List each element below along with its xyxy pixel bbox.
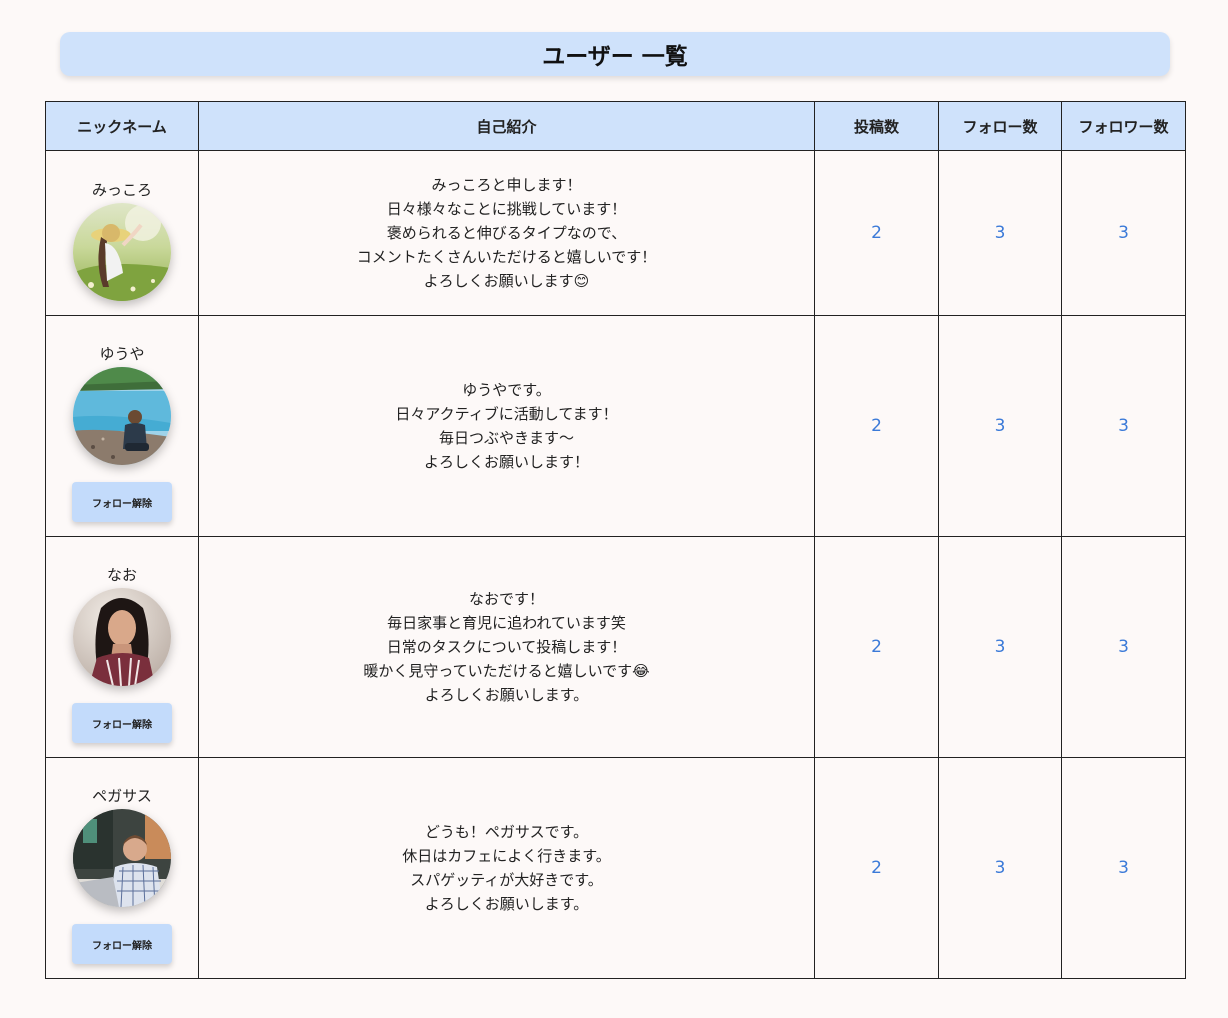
nickname: みっころ [91, 180, 152, 199]
nickname-cell: なお フォロー解除 [45, 536, 199, 758]
following-count-link[interactable]: 3 [995, 858, 1006, 878]
unfollow-button[interactable]: フォロー解除 [72, 924, 172, 964]
followers-count-cell: 3 [1061, 315, 1186, 537]
following-count-cell: 3 [938, 536, 1062, 758]
following-count-link[interactable]: 3 [995, 223, 1006, 243]
table-row: なお フォロー解除 なおです！ 毎日家事と育児に追われています笑 日常のタスクに… [45, 536, 1186, 758]
column-header-following: フォロー数 [938, 101, 1062, 151]
bio-cell: ゆうやです。 日々アクティブに活動してます！ 毎日つぶやきます〜 よろしくお願い… [198, 315, 815, 537]
bio-line: 毎日家事と育児に追われています笑 [387, 614, 626, 632]
bio-line: 日常のタスクについて投稿します！ [386, 638, 627, 656]
following-count-cell: 3 [938, 757, 1062, 979]
bio-line: コメントたくさんいただけると嬉しいです！ [356, 248, 657, 266]
bio-line: 暖かく見守っていただけると嬉しいです😂 [363, 662, 650, 680]
avatar[interactable] [73, 809, 171, 907]
bio-cell: なおです！ 毎日家事と育児に追われています笑 日常のタスクについて投稿します！ … [198, 536, 815, 758]
followers-count-link[interactable]: 3 [1118, 223, 1129, 243]
unfollow-button[interactable]: フォロー解除 [72, 482, 172, 522]
following-count-cell: 3 [938, 315, 1062, 537]
bio-line: 毎日つぶやきます〜 [438, 429, 574, 447]
followers-count-cell: 3 [1061, 536, 1186, 758]
bio-cell: みっころと申します！ 日々様々なことに挑戦しています！ 褒められると伸びるタイプ… [198, 150, 815, 316]
bio-line: よろしくお願いします！ [423, 453, 589, 471]
nickname-cell: ゆうや フォロー解除 [45, 315, 199, 537]
avatar[interactable] [73, 367, 171, 465]
nickname: ゆうや [99, 345, 145, 363]
table-row: ゆうや フォロー解除 ゆうやです。 日々アクティブに活動してます！ 毎日つぶやき… [45, 315, 1186, 537]
table-header-row: ニックネーム 自己紹介 投稿数 フォロー数 フォロワー数 [45, 101, 1186, 151]
bio-line: スパゲッティが大好きです。 [410, 871, 603, 889]
posts-count-link[interactable]: 2 [871, 637, 882, 657]
nickname: なお [106, 566, 137, 584]
nickname-cell: ペガサス フォロー解除 [45, 757, 199, 979]
users-table: ニックネーム 自己紹介 投稿数 フォロー数 フォロワー数 みっころ みっころと申… [45, 101, 1186, 979]
posts-count-cell: 2 [814, 536, 939, 758]
followers-count-cell: 3 [1061, 757, 1186, 979]
nickname-cell: みっころ [45, 150, 199, 316]
table-row: みっころ みっころと申します！ 日々様々なことに挑戦しています！ 褒められると伸… [45, 150, 1186, 316]
avatar[interactable] [73, 588, 171, 686]
followers-count-link[interactable]: 3 [1118, 637, 1129, 657]
avatar[interactable] [73, 202, 171, 301]
followers-count-link[interactable]: 3 [1118, 416, 1129, 436]
nickname: ペガサス [92, 787, 152, 805]
bio-line: みっころと申します！ [431, 176, 582, 194]
bio-line: 褒められると伸びるタイプなので、 [386, 224, 627, 242]
bio-line: ゆうやです。 [462, 381, 551, 399]
bio-cell: どうも！ペガサスです。 休日はカフェによく行きます。 スパゲッティが大好きです。… [198, 757, 815, 979]
column-header-nickname: ニックネーム [45, 101, 199, 151]
bio-line: よろしくお願いします😊 [423, 272, 590, 290]
posts-count-cell: 2 [814, 757, 939, 979]
posts-count-link[interactable]: 2 [871, 223, 882, 243]
column-header-posts: 投稿数 [814, 101, 939, 151]
bio-line: 日々アクティブに活動してます！ [395, 405, 618, 423]
posts-count-link[interactable]: 2 [871, 858, 882, 878]
table-row: ペガサス フォロー解除 どうも！ペガサスです。 休日はカフェによく行きます。 ス… [45, 757, 1186, 979]
bio-line: なおです！ [468, 590, 544, 608]
following-count-cell: 3 [938, 150, 1062, 316]
followers-count-cell: 3 [1061, 150, 1186, 316]
bio-line: よろしくお願いします。 [424, 895, 589, 913]
column-header-followers: フォロワー数 [1061, 101, 1186, 151]
following-count-link[interactable]: 3 [995, 416, 1006, 436]
bio-line: どうも！ペガサスです。 [424, 823, 589, 841]
bio-line: よろしくお願いします。 [424, 686, 589, 704]
bio-line: 休日はカフェによく行きます。 [402, 847, 611, 865]
followers-count-link[interactable]: 3 [1118, 858, 1129, 878]
page-title: ユーザー 一覧 [60, 32, 1170, 76]
column-header-bio: 自己紹介 [198, 101, 815, 151]
posts-count-link[interactable]: 2 [871, 416, 882, 436]
posts-count-cell: 2 [814, 315, 939, 537]
bio-line: 日々様々なことに挑戦しています！ [386, 200, 627, 218]
posts-count-cell: 2 [814, 150, 939, 316]
following-count-link[interactable]: 3 [995, 637, 1006, 657]
unfollow-button[interactable]: フォロー解除 [72, 703, 172, 743]
